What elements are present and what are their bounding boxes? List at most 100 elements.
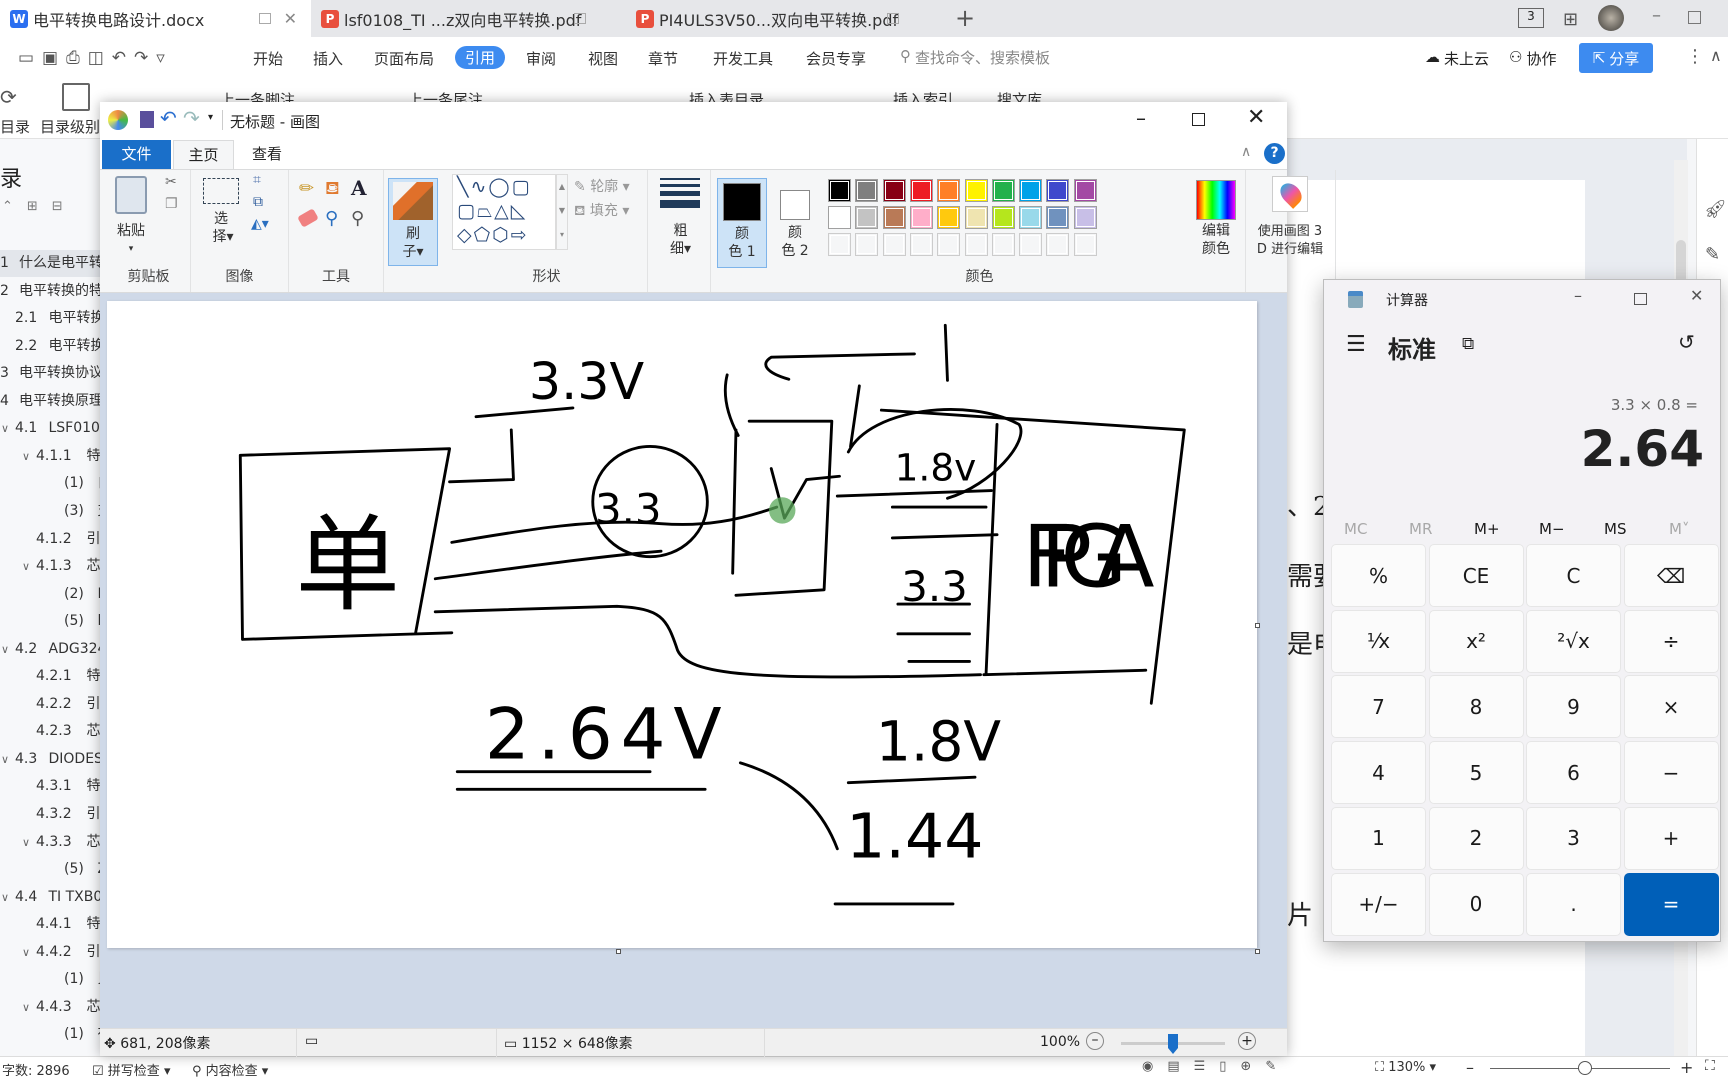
drawing-canvas[interactable]: 单 3.3V 3.3 1.8v FPGA 3.3 2.64V 1.8V 1.44 bbox=[107, 301, 1257, 948]
text-tool-icon[interactable]: A bbox=[351, 176, 367, 200]
palette-empty-slot[interactable] bbox=[1046, 233, 1070, 256]
pencil-icon[interactable]: ✏ bbox=[299, 178, 314, 199]
palette-color[interactable] bbox=[882, 206, 906, 229]
outline-controls[interactable]: ⌃⊞⊟ bbox=[2, 199, 77, 214]
save-icon[interactable] bbox=[140, 111, 154, 128]
palette-color[interactable] bbox=[1019, 206, 1043, 229]
cut-icon[interactable]: ✂ bbox=[165, 174, 177, 190]
outline-item[interactable]: 1 什么是电平转 bbox=[0, 250, 110, 277]
outline-item[interactable]: 4.2.3芯片 bbox=[0, 718, 110, 745]
fill-bucket-icon[interactable]: ⛾ bbox=[325, 178, 340, 202]
outline-item[interactable]: (2)E bbox=[0, 581, 110, 608]
key-reciprocal-button[interactable]: ⅟x bbox=[1331, 609, 1426, 673]
fill-button[interactable]: ⛾ 填充 ▾ bbox=[574, 200, 629, 221]
resize-handle[interactable] bbox=[616, 949, 621, 954]
key-0-button[interactable]: 0 bbox=[1428, 872, 1524, 936]
view-mode-icons[interactable]: ◉▤☰▯⊕✎ bbox=[1142, 1059, 1290, 1074]
memory-2[interactable]: M+ bbox=[1474, 520, 1500, 538]
key-square-button[interactable]: x² bbox=[1428, 609, 1524, 673]
outline-item[interactable]: ∨4.1.1特性 bbox=[0, 443, 110, 470]
collab-button[interactable]: ⚇ 协作 bbox=[1509, 48, 1556, 69]
new-tab-button[interactable]: + bbox=[955, 4, 975, 32]
menu-4[interactable]: 审阅 bbox=[526, 48, 556, 69]
spell-check-button[interactable]: ☑ 拼写检查 ▾ bbox=[92, 1060, 170, 1079]
pen-icon[interactable]: ✎ bbox=[1705, 244, 1720, 265]
color-picker-icon[interactable]: ⚲ bbox=[325, 208, 338, 229]
key-equals-button[interactable]: = bbox=[1623, 872, 1719, 936]
chevron-down-icon[interactable]: ∨ bbox=[22, 939, 30, 966]
collapse-ribbon-icon[interactable]: ∧ bbox=[1241, 144, 1251, 160]
resize-icon[interactable]: ⧉ bbox=[253, 194, 263, 210]
key-clear-entry-button[interactable]: CE bbox=[1428, 544, 1524, 607]
key-clear-button[interactable]: C bbox=[1526, 544, 1621, 607]
paint-close-button[interactable]: ✕ bbox=[1247, 105, 1265, 130]
content-check-button[interactable]: ⚲ 内容检查 ▾ bbox=[192, 1060, 268, 1079]
palette-empty-slot[interactable] bbox=[964, 233, 988, 256]
palette-empty-slot[interactable] bbox=[855, 233, 879, 256]
outline-item[interactable]: ∨4.3.3芯片 bbox=[0, 829, 110, 856]
key-multiply-button[interactable]: × bbox=[1623, 675, 1719, 739]
outline-item[interactable]: (5)Z bbox=[0, 856, 110, 883]
outline-item[interactable]: 4.4.1特性 bbox=[0, 911, 110, 938]
avatar[interactable] bbox=[1598, 5, 1624, 31]
pin-icon[interactable] bbox=[574, 13, 586, 24]
menu-6[interactable]: 章节 bbox=[648, 48, 678, 69]
outline-item[interactable]: 2.2 电平转换 bbox=[0, 333, 110, 360]
key-2-button[interactable]: 2 bbox=[1428, 806, 1524, 870]
zoom-in-button[interactable]: + bbox=[1680, 1058, 1693, 1077]
palette-empty-slot[interactable] bbox=[937, 233, 961, 256]
palette-color[interactable] bbox=[1073, 179, 1097, 202]
palette-color[interactable] bbox=[1019, 179, 1043, 202]
calc-close-button[interactable]: ✕ bbox=[1690, 286, 1703, 305]
menu-3[interactable]: 引用 bbox=[455, 46, 506, 69]
key-3-button[interactable]: 3 bbox=[1526, 806, 1621, 870]
palette-color[interactable] bbox=[1046, 206, 1070, 229]
outline-item[interactable]: 4.3.1特性 bbox=[0, 773, 110, 800]
shapes-scroll[interactable]: ▲ ▼ ▾ bbox=[556, 174, 568, 250]
key-9-button[interactable]: 9 bbox=[1526, 675, 1621, 739]
collapse-ribbon-icon[interactable]: ∧ bbox=[1710, 46, 1722, 65]
key-6-button[interactable]: 6 bbox=[1526, 741, 1621, 805]
palette-color[interactable] bbox=[909, 179, 933, 202]
chevron-down-icon[interactable]: ∨ bbox=[22, 994, 30, 1021]
history-icon[interactable]: ↺ bbox=[1678, 330, 1695, 354]
color2-button[interactable]: 颜 色 2 bbox=[770, 178, 820, 268]
browser-tab[interactable]: Plsf0108_TI ...z双向电平转换.pdf bbox=[311, 0, 626, 37]
restore-button[interactable] bbox=[1688, 11, 1701, 24]
key-negate-button[interactable]: +/− bbox=[1331, 872, 1426, 936]
outline-item[interactable]: 2 电平转换的特 bbox=[0, 278, 110, 305]
outline-item[interactable]: 4.1.2引脚 bbox=[0, 526, 110, 553]
outline-item[interactable]: (1)在 bbox=[0, 1021, 110, 1048]
edit-colors-button[interactable]: 编辑 bbox=[1188, 222, 1244, 241]
chevron-down-icon[interactable]: ∨ bbox=[1, 415, 9, 442]
key-7-button[interactable]: 7 bbox=[1331, 675, 1426, 739]
paste-icon[interactable] bbox=[115, 176, 147, 214]
outline-item[interactable]: ∨4.1.3芯片 bbox=[0, 553, 110, 580]
copy-icon[interactable]: ❐ bbox=[165, 196, 178, 212]
menu-icon[interactable]: ☰ bbox=[1346, 332, 1366, 357]
color1-button[interactable]: 颜 色 1 bbox=[717, 178, 767, 268]
outline-item[interactable]: ∨4.4.3芯片 bbox=[0, 994, 110, 1021]
toc-button[interactable]: 目录 bbox=[0, 116, 30, 137]
memory-3[interactable]: M− bbox=[1539, 520, 1565, 538]
magnifier-icon[interactable]: ⚲ bbox=[351, 208, 364, 229]
palette-color[interactable] bbox=[964, 179, 988, 202]
key-divide-button[interactable]: ÷ bbox=[1623, 609, 1719, 673]
resize-handle[interactable] bbox=[1255, 623, 1260, 628]
undo-icon[interactable]: ↶ bbox=[160, 106, 177, 130]
outline-item[interactable]: (5)la bbox=[0, 608, 110, 635]
outline-item[interactable]: 4.3.2引脚 bbox=[0, 801, 110, 828]
toc-level-button[interactable]: 目录级别 bbox=[40, 116, 100, 137]
paint-maximize-button[interactable] bbox=[1192, 113, 1205, 126]
chevron-down-icon[interactable]: ∨ bbox=[22, 829, 30, 856]
paint-zoom-in-button[interactable]: + bbox=[1238, 1032, 1256, 1050]
minimize-button[interactable]: – bbox=[1652, 5, 1661, 26]
palette-color[interactable] bbox=[937, 179, 961, 202]
outline-item[interactable]: ∨ 4.4 TI TXB03 bbox=[0, 884, 110, 911]
outline-item[interactable]: (1)贝 bbox=[0, 966, 110, 993]
paint-minimize-button[interactable]: – bbox=[1136, 106, 1146, 130]
brushes-button[interactable]: 刷 子▾ bbox=[388, 178, 438, 266]
paint-zoom-slider-thumb[interactable] bbox=[1168, 1034, 1178, 1054]
key-5-button[interactable]: 5 bbox=[1428, 741, 1524, 805]
tab-home[interactable]: 主页 bbox=[173, 140, 234, 170]
